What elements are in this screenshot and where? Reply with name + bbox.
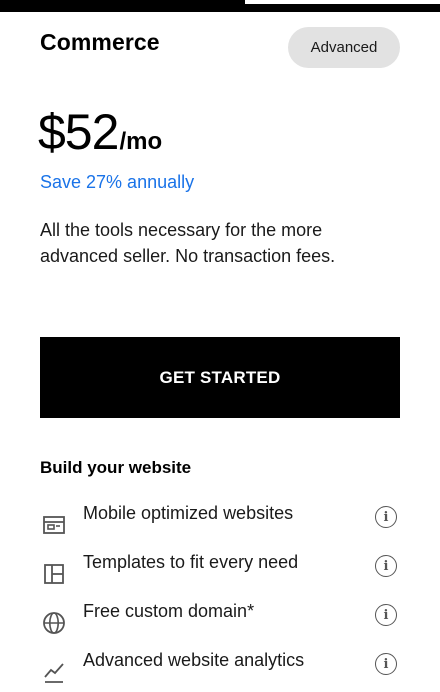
feature-item-mobile: Mobile optimized websites i (40, 500, 400, 549)
price-amount: $52 (38, 104, 119, 160)
top-progress-bar (0, 0, 440, 12)
feature-item-domain: Free custom domain* i (40, 598, 400, 647)
feature-label: Advanced website analytics (83, 650, 305, 670)
layout-template-icon (40, 560, 68, 588)
top-bar-light-segment (245, 0, 440, 4)
trend-line-icon (40, 658, 68, 686)
pricing-card: Commerce Advanced $52 /mo Save 27% annua… (0, 0, 440, 692)
feature-item-analytics: Advanced website analytics i (40, 647, 400, 692)
plan-price: $52 /mo (38, 102, 162, 162)
section-title: Build your website (40, 458, 192, 477)
info-icon[interactable]: i (375, 604, 397, 626)
feature-label: Templates to fit every need (83, 552, 299, 572)
info-icon[interactable]: i (375, 555, 397, 577)
feature-list: Mobile optimized websites i Templates to… (40, 500, 400, 692)
info-icon[interactable]: i (375, 506, 397, 528)
feature-label: Mobile optimized websites (83, 503, 294, 523)
plan-tier-badge: Advanced (288, 27, 400, 68)
price-unit: /mo (119, 128, 163, 155)
savings-text: Save 27% annually (40, 172, 195, 192)
feature-item-templates: Templates to fit every need i (40, 549, 400, 598)
plan-description: All the tools necessary for the more adv… (40, 220, 336, 266)
globe-icon (40, 609, 68, 637)
browser-window-icon (40, 511, 68, 539)
feature-label: Free custom domain* (83, 601, 255, 621)
info-icon[interactable]: i (375, 653, 397, 675)
get-started-button[interactable]: GET STARTED (40, 337, 400, 418)
plan-name: Commerce (40, 29, 160, 55)
